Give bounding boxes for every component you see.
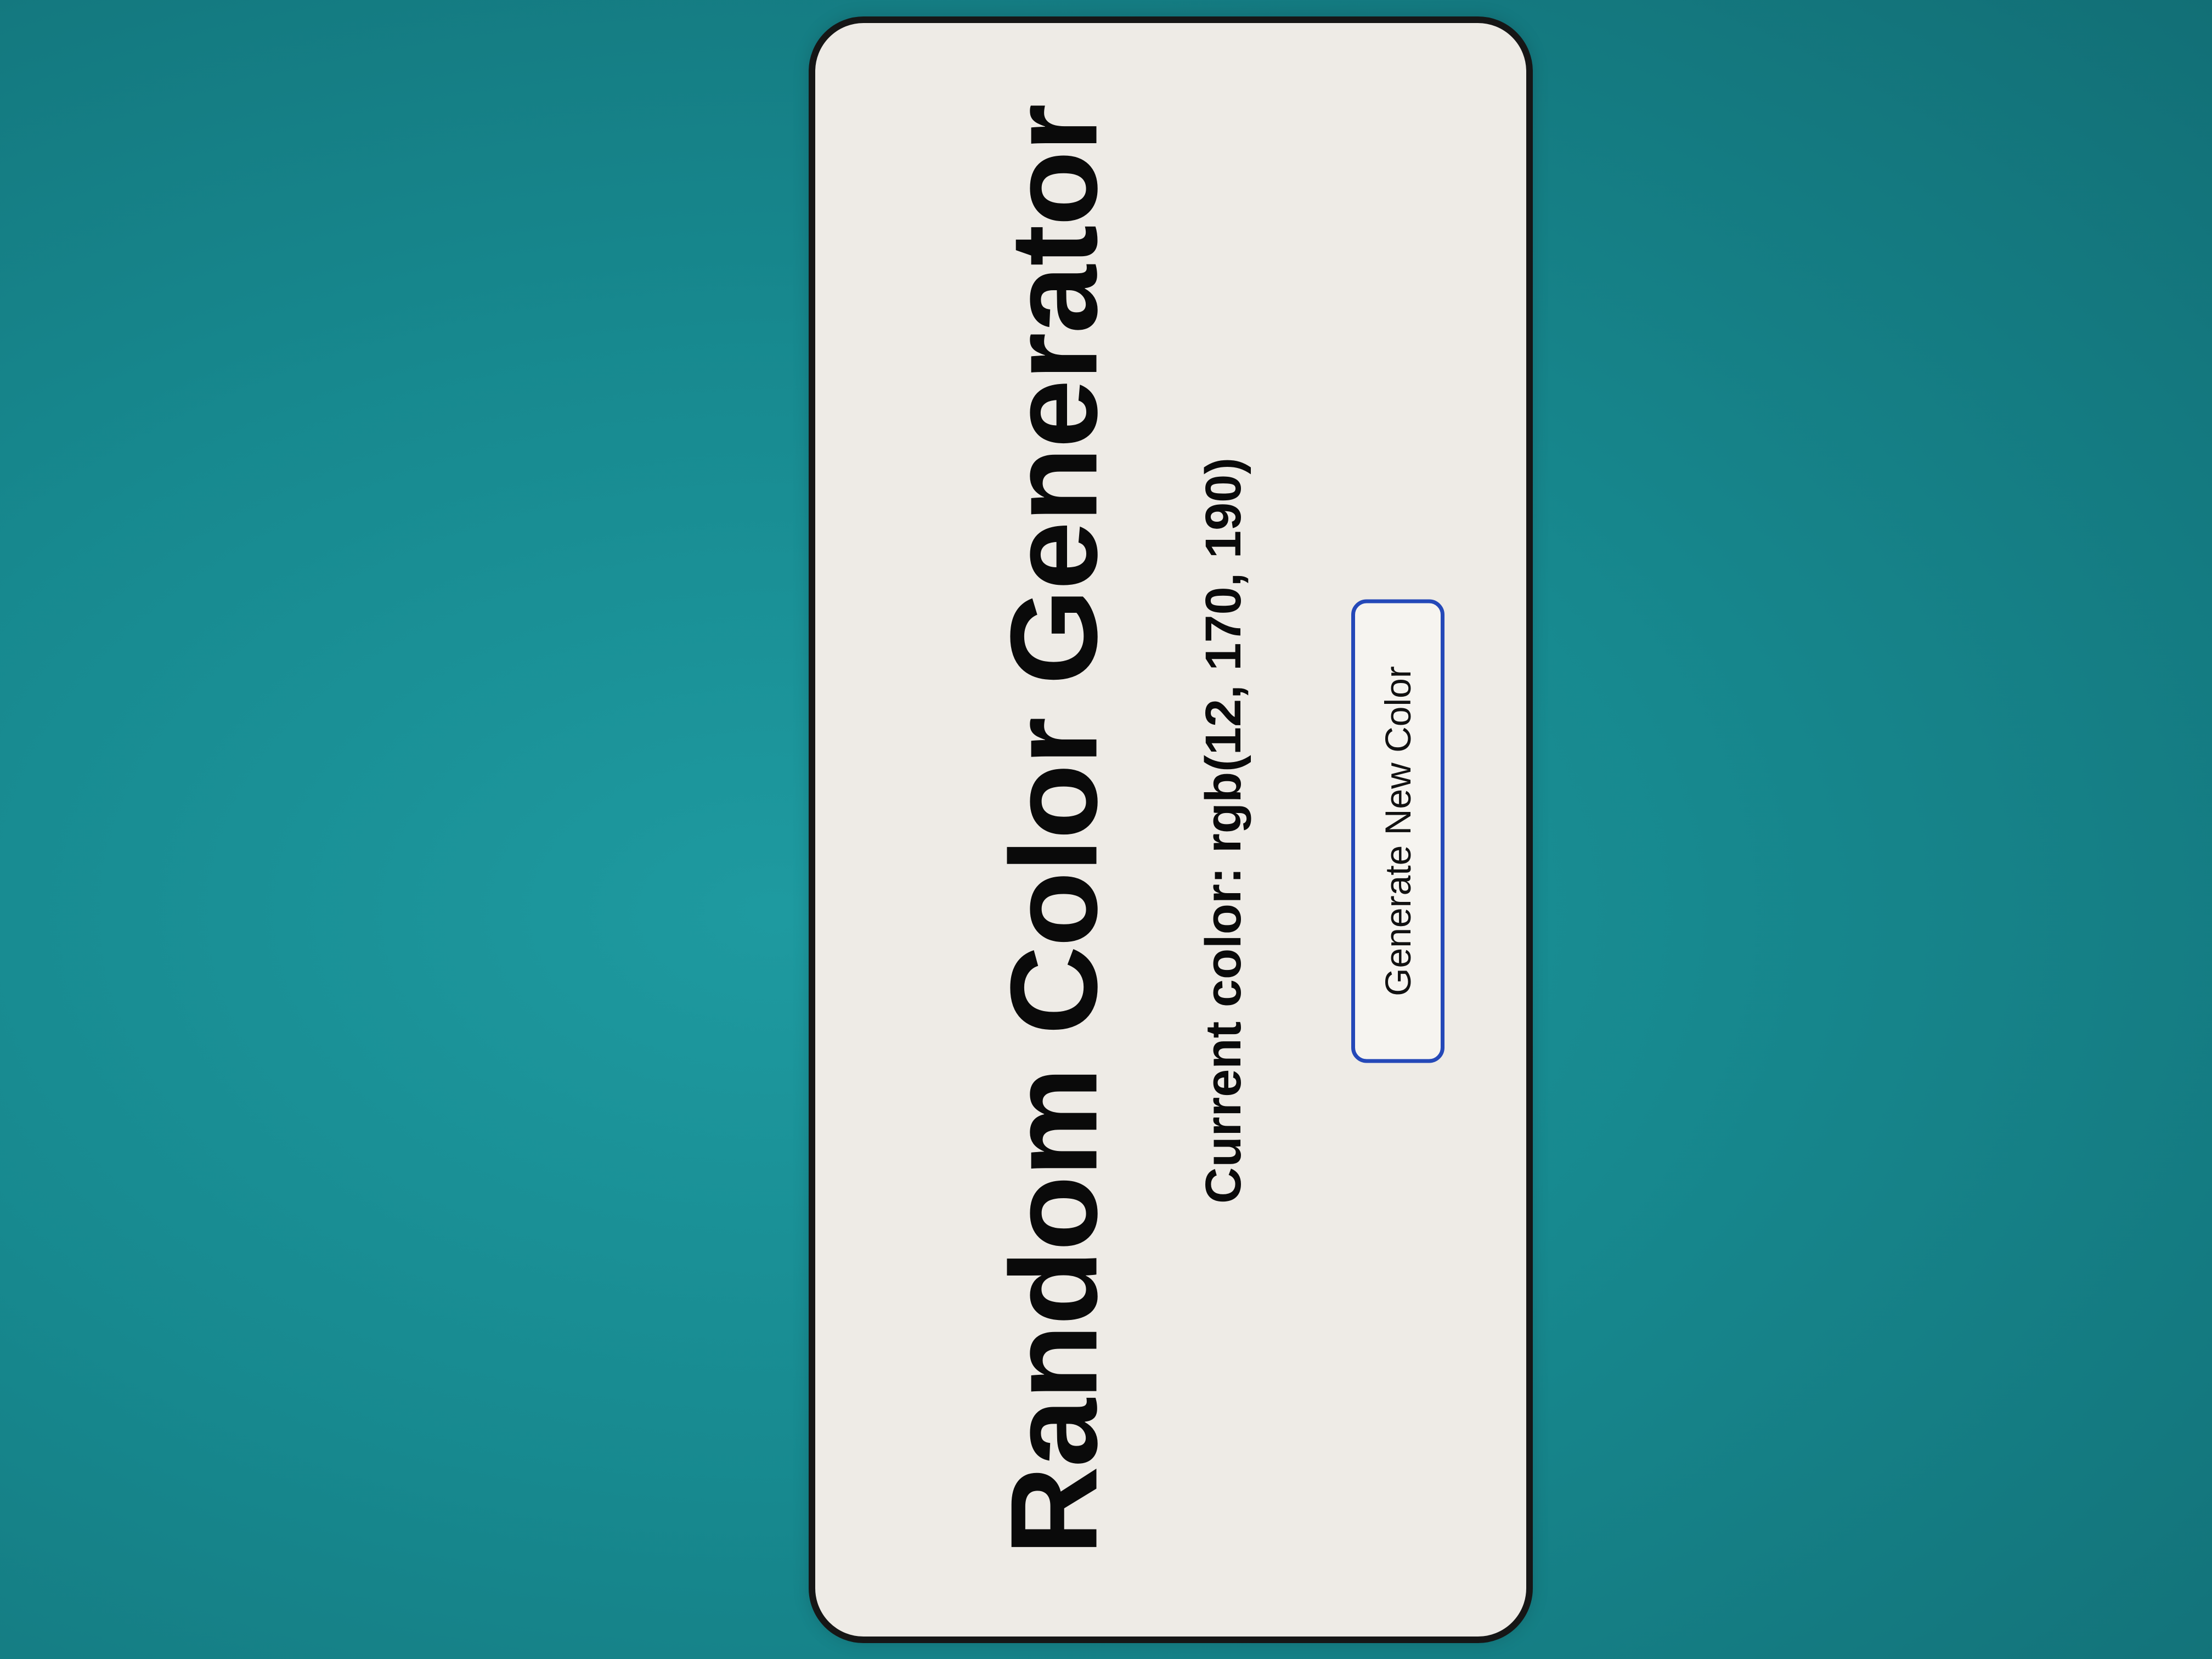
current-color-text: Current color: rgb(12, 170, 190) (1195, 458, 1251, 1204)
page-title: Random Color Generator (984, 105, 1123, 1555)
generate-new-color-button[interactable]: Generate New Color (1351, 599, 1444, 1063)
